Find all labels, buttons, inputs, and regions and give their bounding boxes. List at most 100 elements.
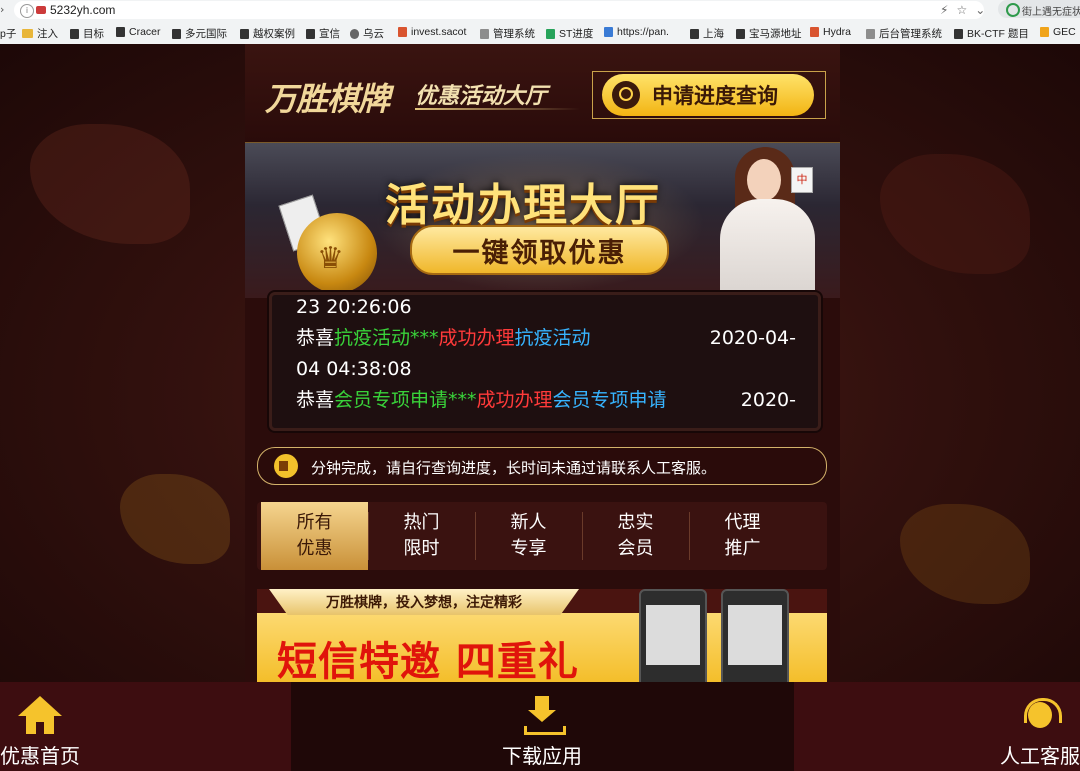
download-app-button[interactable]: 下载应用 [500, 682, 584, 771]
bookmark-item[interactable]: p子 [0, 26, 16, 41]
notice-text: 分钟完成，请自行查询进度，长时间未通过请联系人工客服。 [311, 459, 717, 477]
star-icon[interactable]: ☆ [956, 3, 975, 17]
home-icon [18, 696, 62, 736]
home-nav-button[interactable]: 优惠首页 [0, 682, 80, 771]
headset-band [1024, 698, 1062, 723]
url-text[interactable]: 5232yh.com [50, 3, 115, 17]
page-icon [866, 28, 875, 39]
bookmark-item[interactable]: ST进度 [546, 26, 593, 41]
home-roof [18, 696, 62, 716]
customer-service-button[interactable]: 人工客服 [1000, 682, 1080, 771]
phone-screen [728, 605, 782, 665]
tab-category[interactable]: 热门 限时 [368, 502, 475, 570]
chevron-down-icon[interactable]: ⌄ [975, 3, 993, 17]
tab-label-line: 会员 [617, 538, 654, 559]
tab-label: 热门 限时 [404, 510, 440, 562]
bookmark-item[interactable]: Hydra [810, 26, 851, 38]
bookmark-label: 后台管理系统 [879, 28, 942, 40]
bookmark-item[interactable]: 管理系统 [480, 26, 535, 41]
home-nav-label: 优惠首页 [0, 744, 80, 768]
page-icon [116, 27, 125, 37]
bookmark-item[interactable]: Cracer [116, 26, 161, 38]
bookmark-label: invest.sacot [411, 26, 467, 38]
tab-category[interactable]: 忠实 会员 [582, 502, 689, 570]
tab-category[interactable]: 所有 优惠 [261, 502, 368, 570]
progress-query-button[interactable]: 申请进度查询 [602, 74, 814, 116]
tab-label-line: 推广 [724, 538, 761, 559]
bookmark-item[interactable]: 注入 [22, 26, 58, 41]
bookmark-label: 宣信 [319, 28, 340, 40]
bookmark-item[interactable]: https://pan. [604, 26, 669, 38]
download-arrowhead [528, 710, 556, 722]
phone-screen [646, 605, 700, 665]
hostess-image: 中 [715, 147, 825, 298]
bookmark-label: 越权案例 [253, 28, 295, 40]
bookmark-item[interactable]: 宣信 [306, 26, 340, 41]
notice-bar: 分钟完成，请自行查询进度，长时间未通过请联系人工客服。 [257, 447, 827, 485]
tab-label-line: 新人 [510, 512, 547, 533]
hero-banner: ♛ 活动办理大厅 一键领取优惠 中 [245, 143, 840, 298]
tab-category[interactable]: 新人 专享 [475, 502, 582, 570]
download-tray [524, 726, 566, 735]
background-decoration [30, 124, 190, 244]
mahjong-tile-icon: 中 [791, 167, 813, 193]
page-icon [1040, 27, 1049, 37]
ticker-date: 2020- [740, 389, 796, 411]
bookmark-item[interactable]: 上海 [690, 26, 724, 41]
chevron-left-icon[interactable]: › [0, 3, 4, 16]
lightning-icon[interactable]: ⚡ [940, 3, 956, 17]
megaphone-icon [274, 454, 298, 478]
page-icon [480, 28, 489, 39]
progress-query-label: 申请进度查询 [652, 84, 778, 108]
bookmark-item[interactable]: invest.sacot [398, 26, 466, 38]
ticker-status: 成功办理 [438, 327, 515, 349]
bookmark-label: GEC [1053, 26, 1076, 38]
folder-icon [22, 29, 33, 38]
site-info-icon[interactable]: i [20, 4, 34, 18]
extension-text: 街上遇无症状 [1022, 7, 1080, 18]
tab-category[interactable]: 代理 推广 [689, 502, 796, 570]
tab-label: 代理 推广 [725, 510, 761, 562]
bookmark-item[interactable]: 目标 [70, 26, 104, 41]
search-icon [1006, 3, 1020, 17]
page-icon [398, 27, 407, 37]
ticker-member-name: 会员专项申请*** [334, 389, 477, 411]
ticker-date: 2020-04- [709, 327, 796, 349]
bookmark-label: p子 [0, 28, 17, 40]
bookmark-item[interactable]: 宝马源地址 [736, 26, 802, 41]
ticker-member-name: 抗疫活动*** [334, 327, 439, 349]
tab-divider [368, 512, 369, 560]
extension-pill[interactable]: 街上遇无症状 [998, 0, 1080, 18]
bookmark-label: BK-CTF 题目 [967, 28, 1029, 40]
bookmark-item[interactable]: 乌云 [350, 26, 384, 41]
ticker-line: 恭喜抗疫活动***成功办理抗疫活动 2020-04- [296, 323, 796, 354]
download-icon [524, 696, 566, 736]
ticker-date: 23 20:26:06 [296, 296, 412, 318]
phone-image [639, 589, 707, 682]
bookmark-item[interactable]: GEC [1040, 26, 1076, 38]
ticker-lines: 23 20:26:06 恭喜抗疫活动***成功办理抗疫活动 2020-04- 04 0… [296, 295, 796, 416]
tab-label: 新人 专享 [511, 510, 547, 562]
banner-title: 活动办理大厅 [385, 180, 661, 231]
bookmark-item[interactable]: 后台管理系统 [866, 26, 942, 41]
tab-label-line: 优惠 [296, 538, 333, 559]
bottom-nav: 优惠首页 下载应用 人工客服 [0, 682, 1080, 771]
page-icon [810, 27, 819, 37]
tab-label: 忠实 会员 [618, 510, 654, 562]
crown-icon: ♛ [317, 241, 344, 276]
ticker-prefix: 恭喜 [296, 327, 335, 349]
address-bar[interactable]: i 5232yh.com ⚡☆⌄ [14, 1, 985, 19]
promo-slogan: 万胜棋牌，投入梦想，注定精彩 [326, 595, 522, 611]
promo-banner[interactable]: 万胜棋牌，投入梦想，注定精彩 短信特邀 四重礼 [257, 589, 827, 682]
bookmark-label: Hydra [823, 26, 852, 38]
home-door [36, 722, 44, 734]
background-decoration [900, 504, 1030, 604]
claim-offer-pill[interactable]: 一键领取优惠 [410, 225, 669, 275]
promo-page: 万胜棋牌 优惠活动大厅 申请进度查询 ♛ 活动办理大厅 一键领取优惠 中 23 … [245, 44, 840, 682]
bookmark-item[interactable]: 多元国际 [172, 26, 227, 41]
logo-underline [415, 108, 580, 110]
bookmark-item[interactable]: 越权案例 [240, 26, 295, 41]
category-tabs: 所有 优惠 热门 限时 新人 专享 忠实 会员 代理 推广 [257, 502, 827, 570]
winners-ticker: 23 20:26:06 恭喜抗疫活动***成功办理抗疫活动 2020-04- 04 0… [269, 292, 821, 431]
bookmark-item[interactable]: BK-CTF 题目 [954, 26, 1029, 41]
